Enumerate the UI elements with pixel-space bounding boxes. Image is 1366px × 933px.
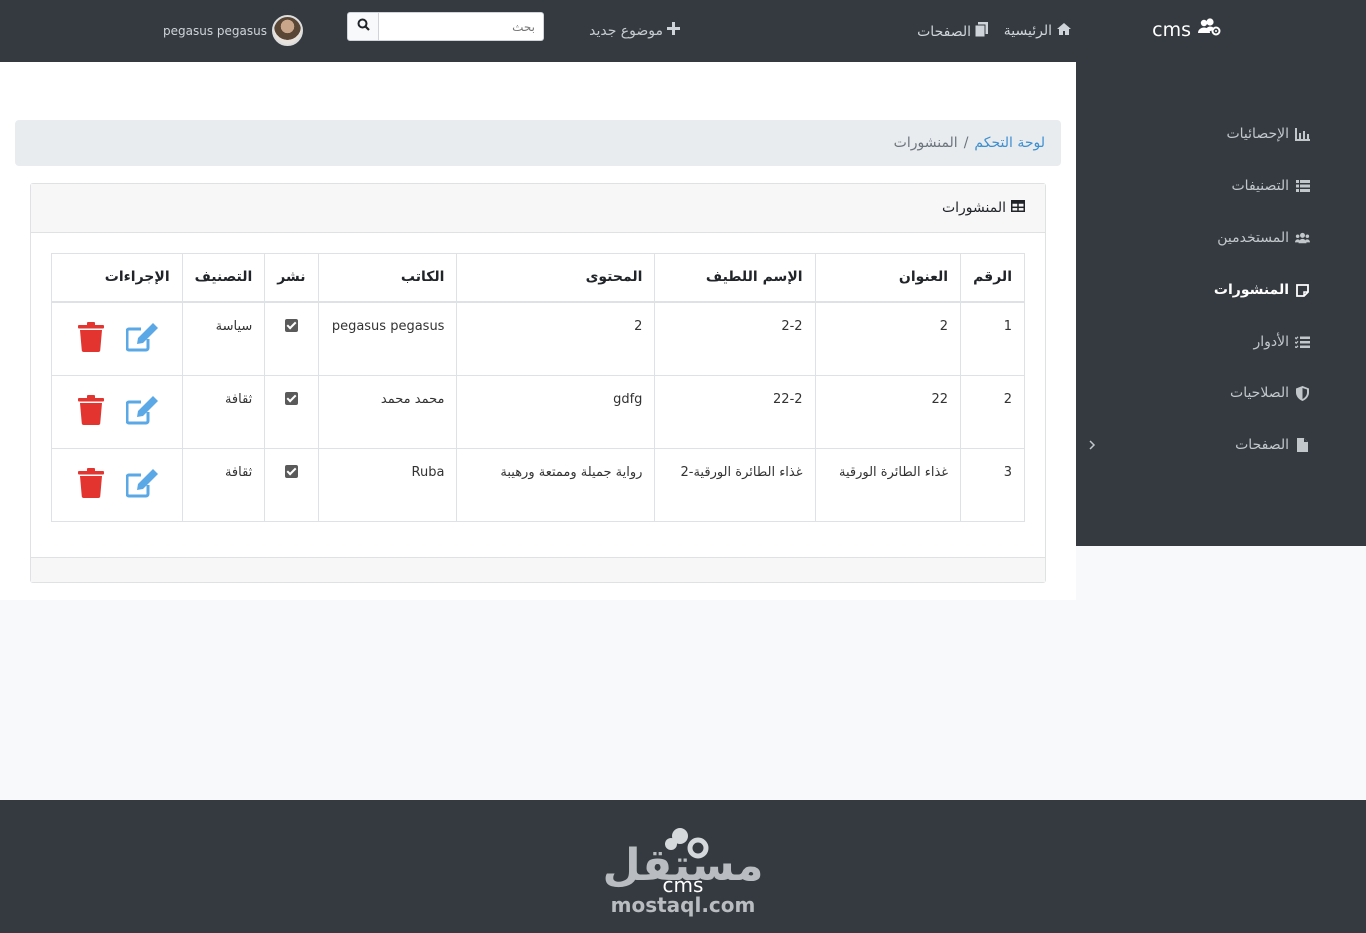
main-content: لوحة التحكم / المنشورات المنشورات الرقم …	[0, 62, 1076, 600]
search-icon	[357, 18, 370, 35]
table-header-row: الرقم العنوان الإسم اللطيف المحتوى الكات…	[51, 253, 1025, 303]
sidebar-toggle[interactable]	[1088, 438, 1096, 454]
brand-name: cms	[1152, 18, 1191, 41]
logo-domain-text: mostaql.com	[611, 893, 756, 917]
cell-slug: 22-2	[654, 374, 816, 449]
cell-actions	[51, 301, 183, 376]
shield-icon	[1295, 385, 1310, 401]
cell-published	[264, 374, 319, 449]
cell-category: ثقافة	[181, 447, 266, 522]
cell-actions	[51, 447, 183, 522]
user-menu[interactable]: pegasus pegasus	[163, 15, 303, 46]
cell-content: gdfg	[456, 374, 656, 449]
table-row: 1 2 2-2 2 pegasus pegasus سياسة	[51, 301, 1025, 376]
chevron-right-icon	[1088, 438, 1096, 454]
table-icon	[1011, 200, 1025, 216]
trash-icon	[77, 321, 104, 356]
trash-icon	[77, 467, 104, 502]
breadcrumb-current: المنشورات	[893, 135, 958, 151]
cell-published	[264, 447, 319, 522]
nav-home[interactable]: الرئيسية	[1004, 22, 1072, 40]
brand[interactable]: cms	[1152, 18, 1221, 41]
edit-button[interactable]	[125, 395, 160, 429]
cell-slug: غذاء الطائرة الورقية-2	[654, 447, 816, 522]
trash-icon	[77, 394, 104, 429]
table-row: 2 22 22-2 gdfg محمد محمد ثقافة	[51, 374, 1025, 449]
users-cog-icon	[1197, 18, 1221, 41]
sidebar-item-categories[interactable]: التصنيفات	[1232, 178, 1311, 194]
cell-author: محمد محمد	[317, 374, 458, 449]
published-checkbox[interactable]	[284, 464, 298, 478]
search-input[interactable]	[379, 12, 544, 41]
cell-title: 2	[814, 301, 962, 376]
cell-category: سياسة	[181, 301, 266, 376]
col-slug[interactable]: الإسم اللطيف	[654, 253, 816, 303]
published-checkbox[interactable]	[284, 318, 298, 332]
mostaql-logo: مستقل cms mostaql.com	[603, 828, 763, 917]
sidebar-item-permissions[interactable]: الصلاحيات	[1230, 385, 1310, 401]
plus-icon	[667, 22, 680, 39]
footer: مستقل cms mostaql.com	[0, 800, 1366, 933]
col-published[interactable]: نشر	[264, 253, 319, 303]
top-navbar: cms الرئيسية الصفحات موضوع جديد pegasus …	[0, 0, 1366, 62]
breadcrumb: لوحة التحكم / المنشورات	[15, 120, 1061, 166]
col-content[interactable]: المحتوى	[456, 253, 656, 303]
cell-actions	[51, 374, 183, 449]
delete-button[interactable]	[74, 321, 108, 356]
posts-card: المنشورات الرقم العنوان الإسم اللطيف الم…	[30, 183, 1046, 583]
table-row: 3 غذاء الطائرة الورقية غذاء الطائرة الور…	[51, 447, 1025, 522]
sidebar-item-pages[interactable]: الصفحات	[1235, 437, 1310, 453]
cell-author: Ruba	[317, 447, 458, 522]
cell-published	[264, 301, 319, 376]
card-header: المنشورات	[31, 184, 1045, 233]
cell-id: 3	[960, 447, 1025, 522]
sidebar-item-users[interactable]: المستخدمين	[1217, 230, 1310, 246]
posts-table: الرقم العنوان الإسم اللطيف المحتوى الكات…	[51, 253, 1025, 522]
cell-author: pegasus pegasus	[317, 301, 458, 376]
list-icon	[1295, 179, 1310, 194]
cell-content: رواية جميلة وممتعة ورهيبة	[456, 447, 656, 522]
nav-pages[interactable]: الصفحات	[917, 22, 988, 41]
copy-icon	[974, 22, 988, 41]
delete-button[interactable]	[74, 394, 108, 429]
chart-icon	[1295, 127, 1310, 142]
breadcrumb-separator: /	[963, 135, 969, 151]
edit-icon	[125, 395, 160, 429]
edit-button[interactable]	[125, 322, 160, 356]
col-title[interactable]: العنوان	[814, 253, 962, 303]
cell-category: ثقافة	[181, 374, 266, 449]
sidebar-item-posts[interactable]: المنشورات	[1214, 282, 1310, 298]
published-checkbox[interactable]	[284, 391, 298, 405]
file-icon	[1295, 438, 1310, 453]
col-author[interactable]: الكاتب	[317, 253, 458, 303]
cell-title: غذاء الطائرة الورقية	[814, 447, 962, 522]
home-icon	[1056, 22, 1072, 40]
list-check-icon	[1295, 335, 1310, 350]
edit-icon	[125, 322, 160, 356]
search-button[interactable]	[347, 12, 379, 41]
cell-id: 2	[960, 374, 1025, 449]
users-icon	[1295, 231, 1310, 246]
cell-id: 1	[960, 301, 1025, 376]
breadcrumb-dashboard-link[interactable]: لوحة التحكم	[974, 135, 1045, 151]
sidebar-item-roles[interactable]: الأدوار	[1253, 334, 1310, 350]
avatar	[271, 15, 303, 46]
cell-content: 2	[456, 301, 656, 376]
user-name: pegasus pegasus	[163, 23, 267, 38]
cell-slug: 2-2	[654, 301, 816, 376]
cell-title: 22	[814, 374, 962, 449]
sidebar-item-statistics[interactable]: الإحصائيات	[1226, 126, 1310, 142]
col-id[interactable]: الرقم	[960, 253, 1025, 303]
col-actions: الإجراءات	[51, 253, 183, 303]
delete-button[interactable]	[74, 467, 108, 502]
nav-new-topic[interactable]: موضوع جديد	[589, 22, 680, 39]
note-icon	[1295, 283, 1310, 298]
sidebar: الإحصائيات التصنيفات المستخدمين المنشورا…	[1076, 62, 1366, 546]
edit-icon	[125, 468, 160, 502]
card-title: المنشورات	[941, 200, 1006, 216]
card-footer	[31, 557, 1045, 582]
search-form	[347, 12, 544, 41]
col-category[interactable]: التصنيف	[181, 253, 266, 303]
edit-button[interactable]	[125, 468, 160, 502]
